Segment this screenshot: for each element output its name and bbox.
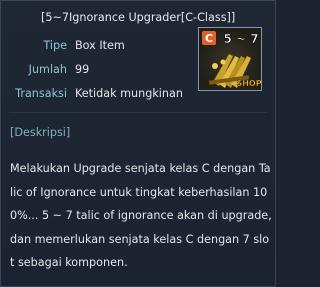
grade-badge-text: C: [205, 32, 213, 45]
item-tooltip: [5~7Ignorance Upgrader[C-Class]] Tipe Bo…: [0, 0, 276, 287]
description-text: Melakukan Upgrade senjata kelas C dengan…: [10, 162, 272, 269]
property-row-quantity: Jumlah: [1, 62, 67, 78]
property-label-trade: Transaksi: [15, 87, 67, 100]
property-value-trade: Ketidak mungkinan: [75, 87, 183, 100]
property-label-quantity: Jumlah: [28, 63, 67, 76]
property-value-type-row: Box Item: [75, 38, 125, 54]
description-heading: [Deskripsi]: [10, 126, 71, 139]
item-icon-graphic: C 5 ~ 7 SHOP: [202, 31, 261, 88]
divider: [9, 112, 267, 113]
item-name: [5~7Ignorance Upgrader[C-Class]]: [41, 11, 236, 24]
icon-shop-text: SHOP: [236, 79, 261, 88]
property-value-type: Box Item: [75, 39, 125, 52]
property-row-trade: Transaksi: [1, 86, 67, 102]
property-value-quantity: 99: [75, 63, 90, 76]
property-value-quantity-row: 99: [75, 62, 89, 78]
property-value-trade-row: Ketidak mungkinan: [75, 86, 183, 102]
ignorance-upgrader-icon: C 5 ~ 7 SHOP: [198, 27, 262, 91]
property-row-type: Tipe: [1, 38, 67, 54]
icon-range-text: 5 ~ 7: [223, 32, 258, 46]
property-label-type: Tipe: [43, 39, 67, 52]
